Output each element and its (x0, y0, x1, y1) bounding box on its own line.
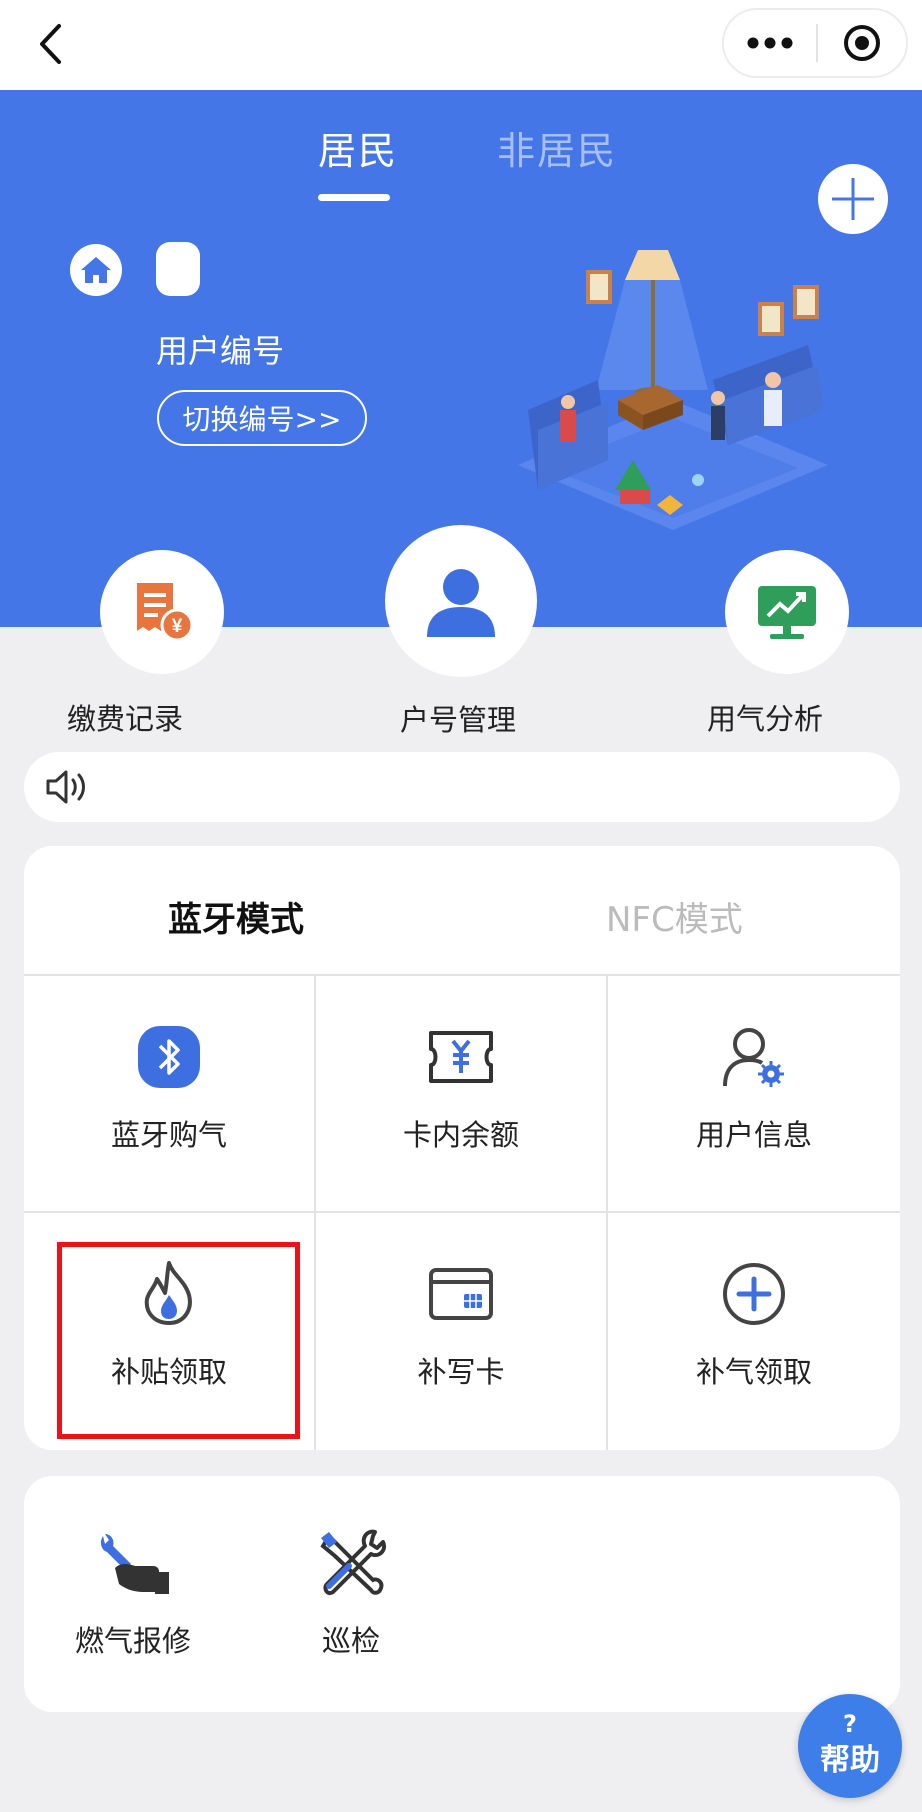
plus-circle-icon (723, 1263, 785, 1325)
chevron-left-icon (40, 24, 61, 64)
card-icon (429, 1268, 493, 1320)
back-button[interactable] (28, 18, 72, 70)
user-info-button[interactable]: 用户信息 (608, 976, 900, 1213)
account-name-placeholder (156, 242, 200, 296)
gas-repair-button[interactable]: 燃气报修 (58, 1526, 208, 1660)
trend-chart-icon (758, 586, 816, 639)
bluetooth-purchase-label: 蓝牙购气 (110, 1118, 227, 1152)
plus-icon (832, 178, 874, 220)
tab-nfc-mode[interactable]: NFC模式 (606, 892, 743, 941)
account-management-label: 户号管理 (400, 703, 517, 737)
yen-ticket-icon (429, 1031, 493, 1083)
more-button[interactable] (724, 10, 816, 76)
close-miniprogram-button[interactable] (818, 10, 906, 76)
card-balance-button[interactable]: 卡内余额 (316, 976, 608, 1213)
tab-resident[interactable]: 居民 (318, 120, 398, 175)
mini-program-capsule (722, 8, 908, 78)
repair-hand-icon (100, 1534, 169, 1594)
tools-icon (320, 1529, 386, 1595)
top-nav-bar (0, 0, 922, 90)
tab-non-resident[interactable]: 非居民 (497, 120, 617, 175)
gas-supplement-claim-label: 补气领取 (695, 1355, 812, 1389)
target-circle-icon (844, 25, 880, 61)
home-icon (70, 244, 122, 296)
gas-usage-analysis-label: 用气分析 (707, 702, 824, 736)
rewrite-card-label: 补写卡 (417, 1355, 505, 1389)
switch-account-button[interactable]: 切换编号>> (157, 390, 367, 446)
speaker-icon (46, 770, 85, 804)
gas-usage-analysis-button[interactable]: 用气分析 (707, 550, 862, 736)
account-management-button[interactable]: 户号管理 (385, 525, 537, 737)
active-tab-indicator (318, 194, 390, 201)
services-card: 燃气报修 巡检 (24, 1476, 900, 1712)
add-account-button[interactable] (818, 164, 888, 234)
rewrite-card-button[interactable]: 补写卡 (316, 1213, 608, 1450)
user-settings-icon (723, 1028, 784, 1087)
help-button[interactable]: ? 帮助 (798, 1694, 902, 1798)
highlight-box (57, 1242, 300, 1439)
user-avatar-icon (427, 569, 495, 637)
question-mark-icon: ? (843, 1710, 857, 1738)
help-label: 帮助 (820, 1743, 880, 1778)
bluetooth-icon (138, 1026, 200, 1088)
gas-usage-analysis-circle (725, 550, 849, 674)
account-management-circle (385, 525, 537, 677)
gas-repair-label: 燃气报修 (74, 1624, 191, 1658)
bluetooth-purchase-button[interactable]: 蓝牙购气 (24, 976, 316, 1213)
user-info-label: 用户信息 (695, 1118, 812, 1152)
more-dots-icon (747, 37, 793, 49)
payment-records-button[interactable]: ¥ 缴费记录 (67, 550, 237, 736)
card-balance-label: 卡内余额 (402, 1118, 519, 1152)
inspection-button[interactable]: 巡检 (276, 1526, 426, 1660)
receipt-yen-icon: ¥ (137, 583, 194, 642)
payment-records-circle: ¥ (100, 550, 224, 674)
inspection-label: 巡检 (321, 1624, 380, 1658)
tab-bluetooth-mode[interactable]: 蓝牙模式 (168, 892, 304, 941)
notice-bar[interactable] (24, 752, 900, 822)
mode-tabs: 蓝牙模式 NFC模式 (24, 846, 900, 976)
living-room-illustration (518, 250, 828, 530)
account-number-label: 用户编号 (156, 332, 285, 370)
svg-text:¥: ¥ (172, 616, 183, 637)
payment-records-label: 缴费记录 (67, 702, 184, 736)
gas-supplement-claim-button[interactable]: 补气领取 (608, 1213, 900, 1450)
